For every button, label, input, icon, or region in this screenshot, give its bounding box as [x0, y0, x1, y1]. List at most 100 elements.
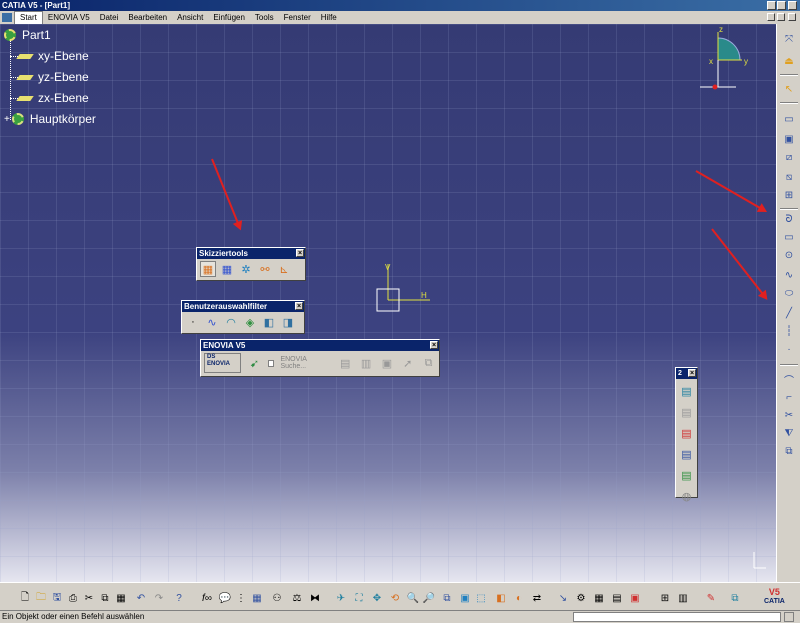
- formula-icon[interactable]: f∞: [200, 591, 214, 605]
- minimize-button[interactable]: [767, 1, 776, 10]
- photo-icon[interactable]: ▣: [628, 591, 642, 605]
- normal-view-icon[interactable]: ▭: [782, 112, 796, 126]
- boolean-assemble-icon[interactable]: ▤: [679, 404, 695, 420]
- curve-filter-icon[interactable]: ∿: [204, 314, 220, 330]
- print-icon[interactable]: ⎙: [66, 591, 80, 605]
- fit-all-icon[interactable]: ⛶: [352, 591, 366, 605]
- catalog-icon[interactable]: ⚖: [290, 591, 304, 605]
- compass-handle[interactable]: [712, 84, 718, 90]
- iso-view-icon[interactable]: ▣: [458, 591, 472, 605]
- cut-part-icon[interactable]: ▣: [782, 132, 796, 146]
- analysis-icon[interactable]: ▦: [592, 591, 606, 605]
- normal-view-icon[interactable]: ⧉: [440, 591, 454, 605]
- project-3d-icon[interactable]: ⊞: [782, 188, 796, 202]
- copy-icon[interactable]: ⧉: [98, 591, 112, 605]
- menu-bearbeiten[interactable]: Bearbeiten: [123, 12, 172, 24]
- menu-ansicht[interactable]: Ansicht: [172, 12, 208, 24]
- menu-fenster[interactable]: Fenster: [279, 12, 316, 24]
- comment-icon[interactable]: 💬: [218, 591, 232, 605]
- knowledge-icon[interactable]: ⚇: [270, 591, 284, 605]
- table-icon[interactable]: ▦: [250, 591, 264, 605]
- tree-item-zx[interactable]: zx-Ebene: [16, 91, 89, 105]
- workbench-icon[interactable]: ▥: [676, 591, 690, 605]
- construction-element-icon[interactable]: ✲: [238, 261, 254, 277]
- tree-item-body[interactable]: + Hauptkörper: [4, 112, 96, 126]
- properties-icon[interactable]: ▤: [610, 591, 624, 605]
- geometric-constraints-icon[interactable]: ⚯: [257, 261, 273, 277]
- snap-to-point-icon[interactable]: ▦: [219, 261, 235, 277]
- tree-root[interactable]: Part1: [4, 28, 51, 42]
- zoom-out-icon[interactable]: 🔎: [422, 591, 436, 605]
- tree-item-yz[interactable]: yz-Ebene: [16, 70, 89, 84]
- vertical-panel-title-bar[interactable]: 2 ×: [676, 368, 697, 379]
- enovia-list-icon[interactable]: ▥: [359, 355, 374, 371]
- profile-edit-icon[interactable]: ⧅: [782, 170, 796, 184]
- vertical-toolbar-panel[interactable]: 2 × ▤ ▤ ▤ ▤ ▤ ◍: [675, 367, 698, 503]
- boolean-add-icon[interactable]: ▤: [679, 425, 695, 441]
- views-icon[interactable]: ⬚: [474, 591, 488, 605]
- macro-icon[interactable]: ⧓: [308, 591, 322, 605]
- corner-icon[interactable]: ⌒: [782, 372, 796, 387]
- feature-filter-icon[interactable]: ◧: [261, 314, 277, 330]
- close-icon[interactable]: ×: [296, 249, 304, 257]
- selection-filter-title-bar[interactable]: Benutzerauswahlfilter ×: [182, 301, 304, 312]
- point-filter-icon[interactable]: ·: [185, 314, 201, 330]
- redo-icon[interactable]: ↷: [152, 591, 166, 605]
- catalog-browser-icon[interactable]: ⊞: [658, 591, 672, 605]
- sketch-tools-toolbar[interactable]: Skizziertools × ▦ ▦ ✲ ⚯ ⊾: [196, 247, 306, 281]
- surface-filter-icon[interactable]: ◠: [223, 314, 239, 330]
- profile-icon[interactable]: ᘐ: [782, 212, 796, 226]
- doc-minimize-button[interactable]: [767, 13, 775, 21]
- ellipse-icon[interactable]: ⬭: [782, 286, 796, 300]
- enovia-connect-icon[interactable]: ➹: [247, 355, 262, 371]
- tree-item-xy[interactable]: xy-Ebene: [16, 49, 89, 63]
- shading-icon[interactable]: ◧: [494, 591, 508, 605]
- doc-maximize-button[interactable]: [777, 13, 785, 21]
- part-design-icon[interactable]: ⧉: [728, 591, 742, 605]
- circle-icon[interactable]: ⊙: [782, 248, 796, 262]
- rotate-icon[interactable]: ⟲: [388, 591, 402, 605]
- undo-icon[interactable]: ↶: [134, 591, 148, 605]
- doc-close-button[interactable]: [788, 13, 796, 21]
- close-button[interactable]: [788, 1, 797, 10]
- publish-icon[interactable]: ✎: [704, 591, 718, 605]
- enovia-search-checkbox[interactable]: [267, 359, 275, 367]
- close-icon[interactable]: ×: [430, 341, 438, 349]
- trim-icon[interactable]: ✂: [782, 408, 796, 422]
- enovia-title-bar[interactable]: ENOVIA V5 ×: [201, 340, 439, 351]
- enovia-toolbar[interactable]: ENOVIA V5 × DS ENOVIA ➹ ENOVIA Suche... …: [200, 339, 440, 377]
- swap-visible-icon[interactable]: ⇄: [530, 591, 544, 605]
- pan-icon[interactable]: ✥: [370, 591, 384, 605]
- enovia-logo-button[interactable]: DS ENOVIA: [204, 353, 242, 373]
- menu-start[interactable]: Start: [14, 10, 43, 25]
- insert-body-icon[interactable]: ▤: [679, 383, 695, 399]
- geometry-viewport[interactable]: Part1 xy-Ebene yz-Ebene zx-Ebene + Haupt…: [0, 24, 776, 582]
- exit-workbench-icon[interactable]: ⤧: [782, 32, 796, 46]
- enovia-search-field[interactable]: ENOVIA Suche...: [280, 356, 331, 370]
- help-icon[interactable]: ?: [172, 591, 186, 605]
- boolean-intersect-icon[interactable]: ▤: [679, 467, 695, 483]
- zoom-in-icon[interactable]: 🔍: [406, 591, 420, 605]
- hide-show-icon[interactable]: ◐: [512, 591, 526, 605]
- axis-icon[interactable]: ┆: [782, 324, 796, 338]
- rectangle-icon[interactable]: ▭: [782, 230, 796, 244]
- cut-icon[interactable]: ✂: [82, 591, 96, 605]
- dimensional-constraints-icon[interactable]: ⊾: [276, 261, 292, 277]
- enovia-tree-icon[interactable]: ▤: [338, 355, 353, 371]
- enovia-send-icon[interactable]: ➚: [400, 355, 415, 371]
- paste-icon[interactable]: ▦: [114, 591, 128, 605]
- fly-mode-icon[interactable]: ✈: [334, 591, 348, 605]
- close-icon[interactable]: ×: [688, 369, 696, 377]
- point-icon[interactable]: ·: [782, 342, 796, 356]
- maximize-button[interactable]: [777, 1, 786, 10]
- line-icon[interactable]: ╱: [782, 306, 796, 320]
- pad-icon[interactable]: ⧄: [782, 150, 796, 164]
- spline-icon[interactable]: ∿: [782, 268, 796, 282]
- compass[interactable]: z x y: [690, 24, 770, 94]
- grid-icon[interactable]: ▦: [200, 261, 216, 277]
- sketch-tools-title-bar[interactable]: Skizziertools ×: [197, 248, 305, 259]
- project-icon[interactable]: ⧉: [782, 444, 796, 458]
- select-icon[interactable]: ↖: [782, 82, 796, 96]
- selection-filter-toolbar[interactable]: Benutzerauswahlfilter × · ∿ ◠ ◈ ◧ ◨: [181, 300, 305, 334]
- union-trim-icon[interactable]: ◍: [679, 488, 695, 504]
